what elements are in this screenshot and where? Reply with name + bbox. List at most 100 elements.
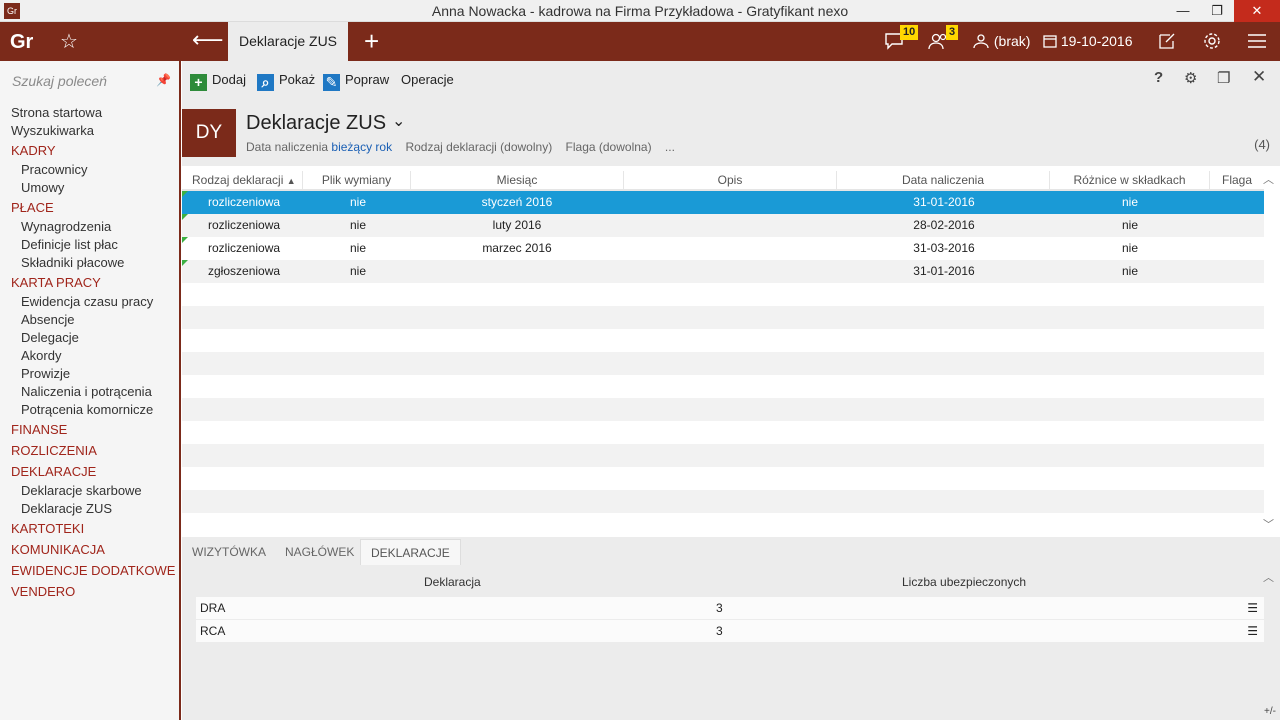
column-header-liczba-ubezpieczonych[interactable]: Liczba ubezpieczonych bbox=[902, 575, 1026, 589]
sidebar-item[interactable]: DEKLARACJE bbox=[0, 461, 179, 482]
sidebar-item[interactable]: KARTA PRACY bbox=[0, 272, 179, 293]
close-view-icon[interactable]: ✕ bbox=[1252, 67, 1266, 87]
plus-minus-toggle[interactable]: +/- bbox=[1264, 706, 1276, 717]
cell-rodzaj: zgłoszeniowa bbox=[208, 264, 281, 278]
view-settings-gear-icon[interactable]: ⚙ bbox=[1184, 69, 1197, 87]
column-header-data[interactable]: Data naliczenia bbox=[837, 171, 1050, 189]
table-row[interactable]: zgłoszeniowa nie 31-01-2016 nie bbox=[182, 260, 1264, 283]
column-header-miesiac[interactable]: Miesiąc bbox=[411, 171, 624, 189]
app-logo[interactable]: Gr bbox=[10, 31, 33, 54]
sidebar-item[interactable]: Wynagrodzenia bbox=[0, 218, 179, 236]
table-row[interactable]: DRA 3 ☰ bbox=[196, 597, 1264, 619]
sidebar-item[interactable]: Akordy bbox=[0, 347, 179, 365]
operations-button[interactable]: Operacje bbox=[401, 70, 454, 90]
sidebar-item[interactable]: Potrącenia komornicze bbox=[0, 401, 179, 419]
column-header-flaga[interactable]: Flaga bbox=[1210, 171, 1264, 189]
sidebar-item[interactable]: Deklaracje skarbowe bbox=[0, 482, 179, 500]
cell-rodzaj: rozliczeniowa bbox=[208, 195, 281, 209]
sidebar-item[interactable]: Strona startowa bbox=[0, 104, 179, 122]
add-button[interactable]: + Dodaj bbox=[190, 70, 246, 91]
sidebar-item[interactable]: Umowy bbox=[0, 179, 179, 197]
column-header-deklaracja[interactable]: Deklaracja bbox=[424, 575, 481, 589]
sidebar-item[interactable]: VENDERO bbox=[0, 581, 179, 602]
table-row[interactable]: rozliczeniowa nie marzec 2016 31-03-2016 nie bbox=[182, 237, 1264, 260]
sidebar-item[interactable]: Pracownicy bbox=[0, 161, 179, 179]
sidebar-item[interactable]: Składniki płacowe bbox=[0, 254, 179, 272]
details-scroll-up-icon[interactable]: ︿ bbox=[1263, 569, 1274, 585]
window-titlebar: Gr Anna Nowacka - kadrowa na Firma Przyk… bbox=[0, 0, 1280, 22]
sidebar-item[interactable]: Wyszukiwarka bbox=[0, 122, 179, 140]
tab-wizytowka[interactable]: WIZYTÓWKA bbox=[182, 539, 276, 565]
back-arrow-icon[interactable]: ⟵ bbox=[192, 27, 224, 53]
page-title: Deklaracje ZUS bbox=[246, 112, 387, 134]
column-header-rodzaj[interactable]: Rodzaj deklaracji ▲ bbox=[182, 171, 303, 189]
tab-naglowek[interactable]: NAGŁÓWEK bbox=[275, 539, 364, 565]
sidebar-item[interactable]: KADRY bbox=[0, 140, 179, 161]
table-row[interactable]: rozliczeniowa nie styczeń 2016 31-01-2016 ni… bbox=[182, 191, 1264, 214]
column-header-plik[interactable]: Plik wymiany bbox=[303, 171, 411, 189]
sidebar-nav: Strona startowa Wyszukiwarka KADRY Pracowni… bbox=[0, 104, 179, 602]
column-rodzaj-label: Rodzaj deklaracji bbox=[192, 173, 284, 187]
add-plus-icon: + bbox=[190, 74, 207, 91]
restore-view-icon[interactable]: ❐ bbox=[1217, 69, 1230, 87]
row-menu-icon[interactable]: ☰ bbox=[1247, 597, 1258, 619]
sidebar-item[interactable]: KOMUNIKACJA bbox=[0, 539, 179, 560]
sidebar-item[interactable]: Deklaracje ZUS bbox=[0, 500, 179, 518]
command-search[interactable]: Szukaj poleceń 📌 bbox=[0, 61, 179, 99]
sidebar-item[interactable]: FINANSE bbox=[0, 419, 179, 440]
empty-row bbox=[182, 467, 1264, 490]
sidebar-item[interactable]: Absencje bbox=[0, 311, 179, 329]
sidebar-item[interactable]: PŁACE bbox=[0, 197, 179, 218]
user-selector[interactable]: (brak) bbox=[972, 22, 1030, 61]
empty-row bbox=[182, 421, 1264, 444]
user-label: (brak) bbox=[993, 33, 1031, 49]
empty-row bbox=[182, 444, 1264, 467]
hamburger-icon bbox=[1248, 34, 1266, 48]
filter-more[interactable]: ... bbox=[665, 140, 675, 154]
scroll-down-icon[interactable]: ﹀ bbox=[1263, 516, 1274, 532]
tasks-badge: 3 bbox=[946, 25, 959, 40]
sidebar-item[interactable]: Naliczenia i potrącenia bbox=[0, 383, 179, 401]
sidebar-item[interactable]: ROZLICZENIA bbox=[0, 440, 179, 461]
tab-deklaracje[interactable]: DEKLARACJE bbox=[360, 539, 461, 565]
sidebar-item[interactable]: KARTOTEKI bbox=[0, 518, 179, 539]
sidebar-item[interactable]: Delegacje bbox=[0, 329, 179, 347]
column-header-roznice[interactable]: Różnice w składkach bbox=[1050, 171, 1210, 189]
cell-roznice: nie bbox=[1121, 195, 1139, 209]
favorites-star-icon[interactable]: ☆ bbox=[60, 29, 78, 54]
row-menu-icon[interactable]: ☰ bbox=[1247, 620, 1258, 642]
cell-data: 31-01-2016 bbox=[913, 195, 975, 209]
filter-flag[interactable]: Flaga (dowolna) bbox=[566, 140, 652, 154]
show-button[interactable]: ⌕ Pokaż bbox=[257, 70, 315, 91]
main-menu-button[interactable] bbox=[1247, 22, 1267, 61]
edit-button[interactable]: ✎ Popraw bbox=[323, 70, 389, 91]
column-header-opis[interactable]: Opis bbox=[624, 171, 837, 189]
external-link-button[interactable] bbox=[1158, 22, 1176, 61]
restore-button[interactable]: ❐ bbox=[1200, 0, 1234, 22]
settings-button[interactable] bbox=[1202, 22, 1222, 61]
cell-plik: nie bbox=[350, 241, 367, 255]
sidebar-item[interactable]: Prowizje bbox=[0, 365, 179, 383]
close-window-button[interactable]: ✕ bbox=[1234, 0, 1280, 22]
filter-declaration-type[interactable]: Rodzaj deklaracji (dowolny) bbox=[405, 140, 552, 154]
chevron-down-icon[interactable]: ⌄ bbox=[392, 111, 405, 131]
filter-date-label: Data naliczenia bbox=[246, 140, 329, 154]
row-marker-icon bbox=[182, 237, 188, 243]
help-button[interactable]: ? bbox=[1154, 69, 1163, 86]
user-hand-icon bbox=[973, 34, 989, 49]
record-count: (4) bbox=[1254, 137, 1270, 152]
sidebar-item[interactable]: EWIDENCJE DODATKOWE bbox=[0, 560, 179, 581]
filter-date-value[interactable]: bieżący rok bbox=[331, 140, 392, 154]
table-row[interactable]: RCA 3 ☰ bbox=[196, 620, 1264, 642]
empty-row bbox=[182, 306, 1264, 329]
search-input[interactable]: Szukaj poleceń bbox=[12, 73, 107, 89]
sidebar-item[interactable]: Ewidencja czasu pracy bbox=[0, 293, 179, 311]
scroll-up-icon[interactable]: ︿ bbox=[1263, 171, 1274, 187]
date-selector[interactable]: 19-10-2016 bbox=[1043, 22, 1133, 61]
sidebar-item[interactable]: Definicje list płac bbox=[0, 236, 179, 254]
new-tab-plus-icon[interactable]: + bbox=[364, 26, 379, 57]
tab-deklaracje-zus[interactable]: Deklaracje ZUS bbox=[228, 22, 348, 61]
pin-icon[interactable]: 📌 bbox=[156, 73, 171, 87]
minimize-button[interactable]: — bbox=[1166, 0, 1200, 22]
table-row[interactable]: rozliczeniowa nie luty 2016 28-02-2016 nie bbox=[182, 214, 1264, 237]
